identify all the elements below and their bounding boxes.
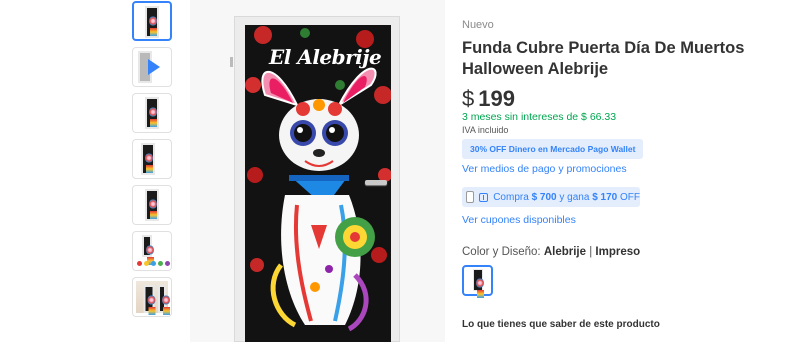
door-frame: El Alebrije	[230, 16, 400, 342]
thumbnail-6[interactable]	[132, 231, 172, 271]
variant-label: Color y Diseño: Alebrije | Impreso	[462, 246, 641, 258]
product-features-heading: Lo que tienes que saber de este producto	[462, 319, 660, 330]
thumbnail-7[interactable]	[132, 277, 172, 317]
play-icon	[148, 59, 160, 75]
available-coupons-link[interactable]: Ver cupones disponibles	[462, 214, 576, 226]
room-thumbnail-image	[136, 281, 170, 315]
ticket-icon	[479, 192, 489, 202]
coupon-offer[interactable]: Compra $ 700 y gana $ 170 OFF	[462, 187, 640, 207]
thumbnail-video[interactable]	[132, 47, 172, 87]
coupon-checkbox[interactable]	[466, 191, 475, 203]
price-value: 199	[478, 86, 515, 111]
installments-text: 3 meses sin intereses de $ 66.33	[462, 111, 617, 123]
thumbnail-5[interactable]	[132, 185, 172, 225]
door-handle	[365, 180, 387, 185]
thumbnail-list	[132, 1, 174, 323]
main-product-image[interactable]: El Alebrije	[190, 0, 445, 342]
payment-methods-link[interactable]: Ver medios de pago y promociones	[462, 163, 627, 175]
variant-swatch-alebrije[interactable]	[462, 265, 493, 298]
info-thumbnail-image	[133, 232, 171, 270]
door-thumbnail-image	[145, 97, 159, 129]
tax-note: IVA incluido	[462, 125, 509, 135]
thumbnail-1[interactable]	[132, 1, 172, 41]
door-thumbnail-image	[145, 6, 159, 38]
thumbnail-4[interactable]	[132, 139, 172, 179]
thumbnail-3[interactable]	[132, 93, 172, 133]
promo-badge: 30% OFF Dinero en Mercado Pago Wallet	[462, 139, 644, 159]
door-artwork-title: El Alebrije	[269, 45, 382, 69]
door-thumbnail-image	[141, 143, 155, 175]
coupon-text: Compra $ 700 y gana $ 170 OFF	[493, 191, 640, 203]
door-thumbnail-image	[145, 189, 159, 221]
condition-label: Nuevo	[462, 19, 494, 31]
price: $199	[462, 86, 515, 112]
swatch-door-image	[472, 269, 484, 298]
product-title: Funda Cubre Puerta Día De Muertos Hallow…	[462, 39, 745, 78]
price-currency: $	[462, 86, 475, 111]
